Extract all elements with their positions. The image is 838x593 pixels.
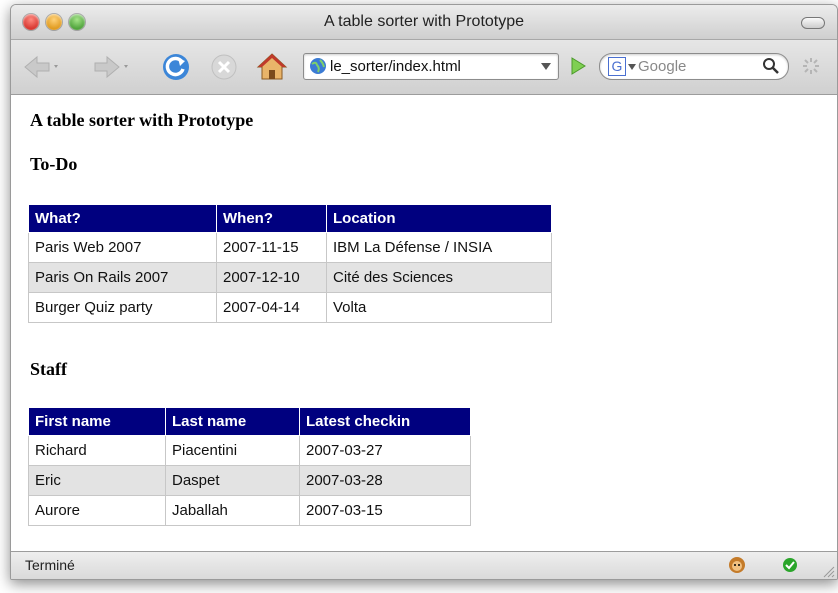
table-row: Aurore Jaballah 2007-03-15 — [28, 495, 471, 526]
table-cell: Richard — [28, 435, 166, 466]
todo-section-title: To-Do — [30, 154, 78, 174]
check-status-icon[interactable] — [781, 556, 799, 574]
column-header-first-name[interactable]: First name — [28, 408, 166, 436]
table-cell: Jaballah — [165, 495, 300, 526]
go-arrow-icon — [571, 57, 586, 75]
todo-header-row: What? When? Location — [28, 205, 552, 233]
table-cell: 2007-03-15 — [299, 495, 471, 526]
dropdown-arrow-icon[interactable] — [540, 62, 552, 72]
globe-icon — [310, 58, 326, 74]
column-header-latest-checkin[interactable]: Latest checkin — [299, 408, 471, 436]
table-cell: Eric — [28, 465, 166, 496]
table-cell: 2007-03-28 — [299, 465, 471, 496]
page-content: A table sorter with Prototype To-Do What… — [11, 95, 837, 551]
column-header-when[interactable]: When? — [216, 205, 327, 233]
url-bar[interactable]: le_sorter/index.html — [303, 53, 559, 80]
home-icon — [256, 53, 288, 80]
table-row: Paris Web 2007 2007-11-15 IBM La Défense… — [28, 232, 552, 263]
search-input[interactable]: Google — [638, 58, 686, 75]
monkey-extension-icon[interactable] — [727, 555, 747, 575]
staff-section-title: Staff — [30, 359, 67, 379]
engine-dropdown-icon[interactable] — [628, 63, 636, 71]
resize-grip-icon[interactable] — [821, 564, 835, 578]
spinner-icon — [803, 58, 819, 74]
table-cell: Piacentini — [165, 435, 300, 466]
staff-header-row: First name Last name Latest checkin — [28, 408, 471, 436]
table-row: Paris On Rails 2007 2007-12-10 Cité des … — [28, 262, 552, 293]
back-arrow-icon — [24, 55, 58, 79]
column-header-last-name[interactable]: Last name — [165, 408, 300, 436]
toolbar-toggle-button[interactable] — [801, 17, 825, 29]
back-button[interactable] — [23, 54, 63, 80]
window-title: A table sorter with Prototype — [323, 13, 525, 30]
google-engine-icon[interactable]: G — [608, 57, 626, 76]
title-bar[interactable]: A table sorter with Prototype — [11, 5, 837, 40]
table-cell: Daspet — [165, 465, 300, 496]
home-button[interactable] — [256, 51, 288, 81]
table-row: Burger Quiz party 2007-04-14 Volta — [28, 292, 552, 323]
table-cell: Paris Web 2007 — [28, 232, 217, 263]
reload-icon — [163, 54, 189, 80]
table-cell: 2007-11-15 — [216, 232, 327, 263]
table-cell: Paris On Rails 2007 — [28, 262, 217, 293]
browser-window: A table sorter with Prototype le_sorter/… — [10, 4, 838, 580]
table-cell: 2007-04-14 — [216, 292, 327, 323]
activity-throbber — [801, 56, 821, 76]
table-cell: IBM La Défense / INSIA — [326, 232, 552, 263]
stop-button[interactable] — [209, 52, 239, 82]
column-header-what[interactable]: What? — [28, 205, 217, 233]
url-text[interactable]: le_sorter/index.html — [330, 58, 461, 75]
status-bar: Terminé — [11, 551, 837, 579]
forward-button[interactable] — [91, 54, 131, 80]
reload-button[interactable] — [161, 52, 191, 82]
page-heading: A table sorter with Prototype — [30, 110, 254, 130]
table-cell: Burger Quiz party — [28, 292, 217, 323]
forward-arrow-icon — [94, 55, 128, 79]
search-icon[interactable] — [762, 57, 780, 75]
table-row: Eric Daspet 2007-03-28 — [28, 465, 471, 496]
table-cell: Cité des Sciences — [326, 262, 552, 293]
table-cell: Aurore — [28, 495, 166, 526]
table-cell: 2007-03-27 — [299, 435, 471, 466]
status-text: Terminé — [25, 557, 75, 573]
column-header-location[interactable]: Location — [326, 205, 552, 233]
table-row: Richard Piacentini 2007-03-27 — [28, 435, 471, 466]
table-cell: Volta — [326, 292, 552, 323]
search-bar[interactable]: G Google — [599, 53, 789, 80]
table-cell: 2007-12-10 — [216, 262, 327, 293]
go-button[interactable] — [567, 55, 589, 77]
todo-table: What? When? Location Paris Web 2007 2007… — [28, 205, 552, 323]
stop-icon — [211, 54, 237, 80]
staff-table: First name Last name Latest checkin Rich… — [28, 408, 471, 526]
navigation-toolbar: le_sorter/index.html G Google — [11, 40, 837, 95]
